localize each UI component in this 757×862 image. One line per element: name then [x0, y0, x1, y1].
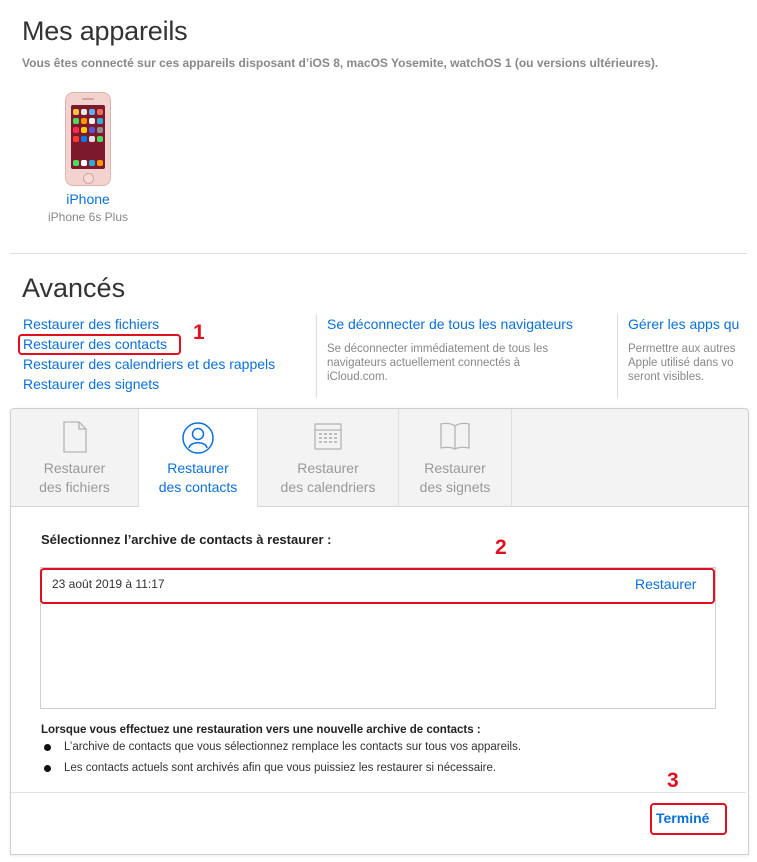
tab-label: Restaurer des signets: [419, 460, 491, 495]
device-name[interactable]: iPhone: [40, 191, 136, 207]
column-divider: [617, 314, 618, 398]
annotation-marker-2: 2: [495, 536, 507, 559]
restore-tab-bar: Restaurer des fichiers Restaurer des conta…: [11, 409, 748, 507]
restore-note-item: L’archive de contacts que vous sélection…: [64, 741, 522, 753]
device-model: iPhone 6s Plus: [47, 210, 129, 224]
select-archive-title: Sélectionnez l’archive de contacts à res…: [41, 532, 332, 547]
devices-title: Mes appareils: [22, 16, 188, 46]
tab-label: Restaurer des calendriers: [280, 460, 376, 495]
annotation-box-2: [40, 568, 715, 604]
manage-apps-link[interactable]: Gérer les apps qu: [628, 316, 739, 332]
annotation-marker-1: 1: [193, 321, 205, 344]
restore-files-link[interactable]: Restaurer des fichiers: [23, 316, 159, 332]
tab-label: Restaurer des fichiers: [39, 460, 110, 495]
section-divider: [10, 253, 747, 254]
annotation-marker-3: 3: [667, 769, 679, 792]
tab-restore-bookmarks[interactable]: Restaurer des signets: [399, 409, 511, 506]
tab-restore-files[interactable]: Restaurer des fichiers: [11, 409, 138, 506]
restore-note-item: Les contacts actuels sont archivés afin …: [64, 762, 497, 774]
restore-bookmarks-link[interactable]: Restaurer des signets: [23, 376, 159, 392]
tab-restore-calendars[interactable]: Restaurer des calendriers: [258, 409, 398, 506]
annotation-box-1: [18, 334, 181, 355]
bullet: [44, 765, 51, 772]
column-divider: [316, 314, 317, 398]
tab-label: Restaurer des contacts: [158, 460, 238, 495]
manage-apps-description: Permettre aux autres Apple utilisé dans …: [628, 343, 736, 383]
calendar-icon: [314, 423, 342, 450]
iphone-icon: [65, 92, 111, 186]
bookmarks-icon: [440, 422, 470, 450]
footer-divider: [11, 792, 746, 793]
devices-subtitle: Vous êtes connecté sur ces appareils dis…: [22, 56, 659, 70]
signout-description: Se déconnecter immédiatement de tous les…: [327, 343, 549, 383]
device-card-iphone[interactable]: iPhone iPhone 6s Plus: [40, 90, 136, 230]
advanced-title: Avancés: [22, 273, 126, 303]
restore-calendars-link[interactable]: Restaurer des calendriers et des rappels: [23, 356, 275, 372]
document-icon: [62, 421, 87, 453]
bullet: [44, 744, 51, 751]
restore-note-title: Lorsque vous effectuez une restauration …: [41, 724, 481, 736]
tab-restore-contacts[interactable]: Restaurer des contacts: [139, 409, 257, 507]
signout-all-browsers-link[interactable]: Se déconnecter de tous les navigateurs: [327, 316, 573, 332]
contacts-icon: [182, 422, 214, 454]
annotation-box-3: [650, 803, 727, 835]
